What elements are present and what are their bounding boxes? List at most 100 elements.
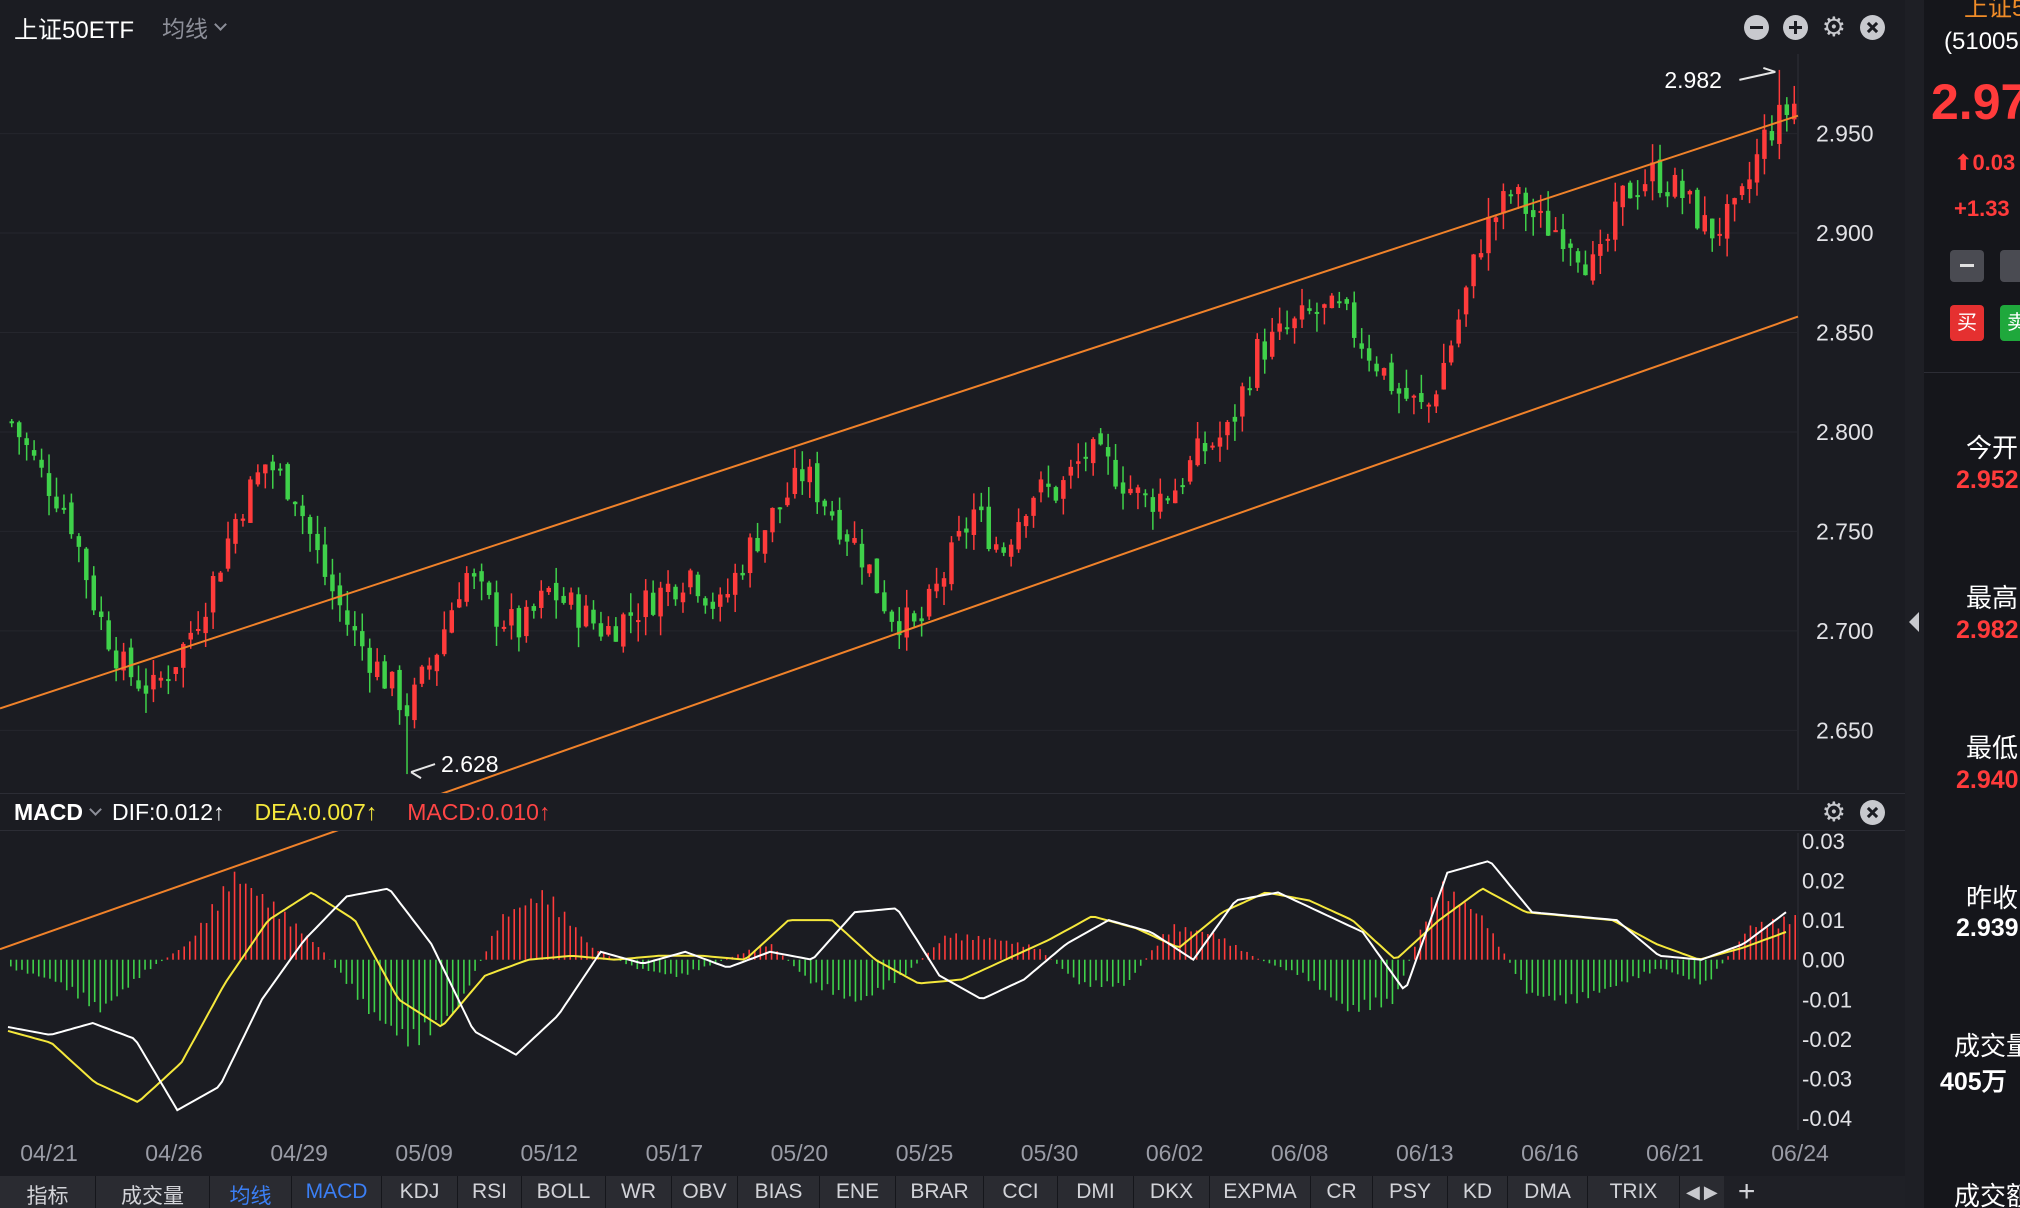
- tab-indicator[interactable]: 均线: [210, 1176, 292, 1208]
- candle-down: [307, 517, 313, 534]
- gear-icon[interactable]: ⚙: [1822, 13, 1846, 40]
- candle-down: [143, 685, 149, 694]
- macd-tick-label: -0.04: [1802, 1106, 1852, 1131]
- candle-down: [889, 611, 895, 622]
- candle-up: [635, 620, 641, 623]
- zoom-in-icon[interactable]: [1782, 14, 1808, 40]
- candle-down: [673, 586, 678, 600]
- caret-left-icon[interactable]: ◀: [1686, 1182, 1700, 1203]
- candle-down: [740, 572, 745, 576]
- sell-button[interactable]: 卖: [2000, 305, 2020, 341]
- tab-indicator[interactable]: CR: [1311, 1176, 1373, 1208]
- macd-indicator-select[interactable]: MACD: [14, 799, 102, 826]
- candle-up: [1486, 216, 1491, 254]
- tab-indicator[interactable]: DMI: [1058, 1176, 1134, 1208]
- candle-up: [1732, 198, 1737, 205]
- date-tick-label: 06/02: [1145, 1140, 1204, 1166]
- high-label: 最高: [1966, 583, 2019, 613]
- candle-up: [621, 614, 626, 647]
- candle-down: [516, 608, 522, 638]
- candle-down: [54, 496, 59, 509]
- tab-indicator[interactable]: RSI: [458, 1176, 522, 1208]
- candle-down: [1396, 388, 1402, 394]
- candle-down: [911, 613, 917, 622]
- tab-indicator[interactable]: ENE: [820, 1176, 896, 1208]
- candle-up: [1090, 439, 1096, 464]
- tab-indicator[interactable]: OBV: [672, 1176, 738, 1208]
- date-tick-label: 04/21: [20, 1140, 78, 1166]
- tab-indicator[interactable]: BIAS: [738, 1176, 820, 1208]
- candle-down: [822, 500, 827, 507]
- candle-down: [1568, 243, 1573, 248]
- candle-down: [39, 459, 44, 468]
- prev-close-label: 昨收: [1966, 883, 2019, 913]
- candle-up: [1068, 466, 1074, 476]
- candle-down: [814, 463, 820, 503]
- candle-down: [591, 609, 596, 624]
- chart-panel[interactable]: 2.950 2.900 2.850 2.800 2.750 2.700 2.650 2.982…: [0, 0, 1905, 1208]
- candle-down: [837, 509, 842, 540]
- candle-down: [16, 422, 22, 438]
- candle-up: [807, 466, 813, 483]
- candle-down: [270, 461, 276, 471]
- candle-up: [1724, 203, 1730, 239]
- candle-up: [1195, 438, 1200, 466]
- alert-bell-button[interactable]: [2000, 250, 2020, 282]
- gear-icon[interactable]: ⚙: [1822, 798, 1846, 825]
- buy-button[interactable]: 买: [1950, 305, 1984, 341]
- tab-indicator[interactable]: KDJ: [382, 1176, 458, 1208]
- remove-watchlist-button[interactable]: [1950, 250, 1984, 282]
- candle-up: [1493, 217, 1499, 223]
- date-tick-label: 04/26: [145, 1140, 203, 1166]
- candle-down: [919, 618, 924, 622]
- side-panel-toggle[interactable]: [1905, 0, 1924, 1208]
- tab-indicator[interactable]: DKX: [1134, 1176, 1210, 1208]
- candle-down: [397, 669, 402, 711]
- candle-up: [1590, 254, 1596, 281]
- arrow-up-icon: ⬆: [1954, 150, 1973, 175]
- candle-up: [1023, 515, 1029, 527]
- candle-up: [1225, 422, 1230, 436]
- macd-hist-value: MACD:0.010↑: [407, 798, 551, 825]
- candle-down: [964, 528, 969, 533]
- candle-down: [628, 612, 634, 616]
- tab-scroll-arrows[interactable]: ◀ ▶: [1680, 1176, 1724, 1208]
- tab-indicator[interactable]: WR: [606, 1176, 672, 1208]
- chart-canvas[interactable]: 2.950 2.900 2.850 2.800 2.750 2.700 2.650 2.982…: [0, 0, 1905, 1208]
- date-tick-label: 06/21: [1646, 1140, 1704, 1166]
- price-tick-label: 2.800: [1816, 419, 1874, 445]
- candle-up: [1441, 362, 1446, 390]
- ma-dropdown[interactable]: 均线: [162, 10, 227, 44]
- tab-indicator[interactable]: BRAR: [896, 1176, 984, 1208]
- zoom-out-icon[interactable]: [1743, 14, 1769, 40]
- price-tick-label: 2.750: [1816, 518, 1874, 544]
- tab-indicator[interactable]: TRIX: [1588, 1176, 1680, 1208]
- candle-up: [941, 578, 947, 587]
- add-indicator-icon[interactable]: +: [1723, 1175, 1770, 1208]
- candle-up: [568, 592, 574, 605]
- close-icon[interactable]: [1860, 14, 1885, 40]
- close-icon[interactable]: [1860, 799, 1885, 825]
- low-label: 最低: [1966, 733, 2019, 763]
- tab-indicator[interactable]: CCI: [984, 1176, 1058, 1208]
- macd-tick-label: -0.01: [1802, 987, 1852, 1012]
- tab-indicator[interactable]: KD: [1448, 1176, 1508, 1208]
- caret-left-icon[interactable]: [1909, 612, 1919, 632]
- tab-indicator[interactable]: BOLL: [522, 1176, 606, 1208]
- tab-indicator[interactable]: DMA: [1508, 1176, 1588, 1208]
- candle-down: [1143, 493, 1148, 496]
- tab-indicator[interactable]: 成交量: [96, 1176, 210, 1208]
- candle-down: [486, 582, 492, 595]
- candle-up: [151, 674, 156, 690]
- candle-up: [1672, 174, 1678, 197]
- tab-indicator[interactable]: MACD: [292, 1176, 382, 1208]
- macd-tick-label: 0.03: [1802, 829, 1845, 854]
- caret-right-icon[interactable]: ▶: [1704, 1182, 1718, 1203]
- tab-indicator[interactable]: PSY: [1373, 1176, 1448, 1208]
- candle-up: [658, 587, 663, 617]
- tab-indicator[interactable]: 指标: [0, 1176, 96, 1208]
- candle-down: [285, 464, 290, 500]
- tab-indicator[interactable]: EXPMA: [1210, 1176, 1311, 1208]
- candle-up: [993, 544, 999, 550]
- candle-down: [650, 592, 656, 615]
